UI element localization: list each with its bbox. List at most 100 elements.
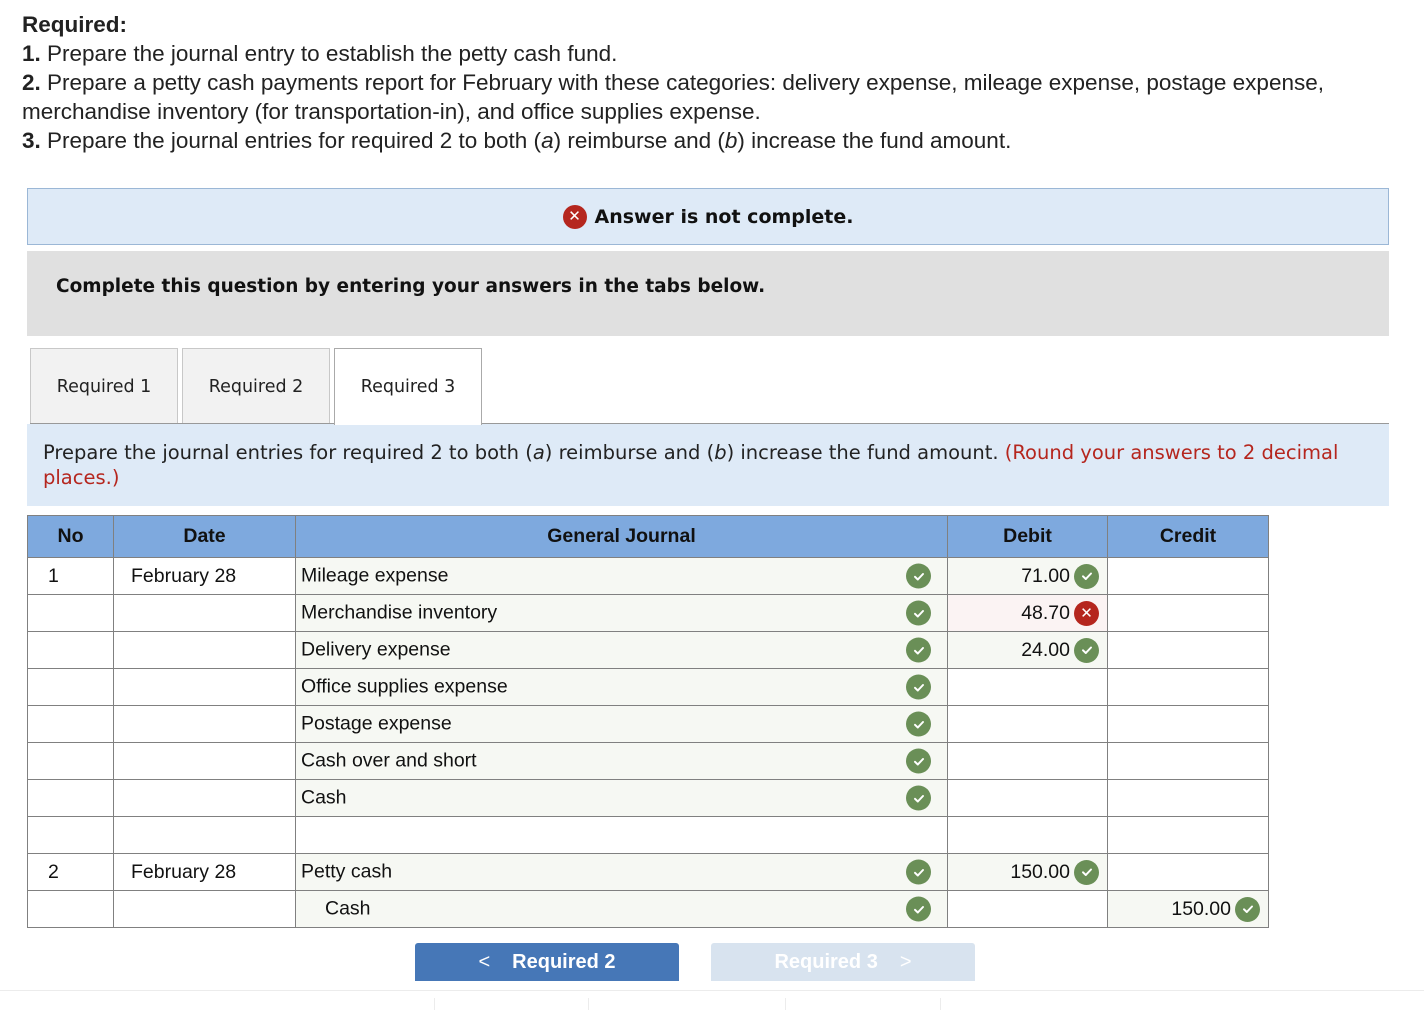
account-select-cell[interactable]: Cash [295,779,948,817]
header-no: No [27,515,114,558]
credit-check-icon [1235,896,1260,922]
debit-input-cell[interactable] [947,742,1108,780]
entry-no-cell [27,779,114,817]
account-check-icon [906,637,931,663]
entry-no-cell [27,631,114,669]
account-select-cell[interactable]: Postage expense [295,705,948,743]
x-circle-icon: ✕ [562,204,587,229]
chevron-left-icon: < [478,950,491,973]
required-section: Required: 1. Prepare the journal entry t… [22,10,1402,155]
footer-divider [940,998,941,1010]
account-select-cell[interactable]: Delivery expense [295,631,948,669]
table-row: 2 February 28 Petty cash 150.00 [27,853,1269,891]
account-check-icon [906,748,931,774]
table-header-row: No Date General Journal Debit Credit [27,515,1269,558]
entry-no-cell [27,816,114,854]
tab-required-3[interactable]: Required 3 [334,348,482,425]
entry-no-cell [27,705,114,743]
table-row: 1 February 28 Mileage expense 71.00 [27,557,1269,595]
tab-instructions: Prepare the journal entries for required… [27,424,1389,506]
account-check-icon [906,674,931,700]
credit-input-cell[interactable]: 150.00 [1107,890,1269,928]
account-check-icon [906,785,931,811]
entry-no-cell: 2 [27,853,114,891]
footer-divider [588,998,589,1010]
debit-input-cell[interactable]: 150.00 [947,853,1108,891]
required-heading: Required: [22,12,128,37]
account-select-cell[interactable]: Cash over and short [295,742,948,780]
date-cell[interactable] [113,890,296,928]
tab-required-1[interactable]: Required 1 [30,348,178,424]
account-check-icon [906,711,931,737]
credit-input-cell[interactable] [1107,705,1269,743]
answer-status-text: Answer is not complete. [594,205,854,228]
tab-required-2[interactable]: Required 2 [182,348,330,424]
prev-required-2-button[interactable]: < Required 2 [415,943,679,981]
tab-bar: Required 1 Required 2 Required 3 [30,348,486,425]
header-credit: Credit [1107,515,1269,558]
credit-input-cell[interactable] [1107,853,1269,891]
credit-input-cell[interactable] [1107,742,1269,780]
account-select-cell[interactable]: Mileage expense [295,557,948,595]
credit-input-cell[interactable] [1107,557,1269,595]
account-check-icon [906,600,931,626]
table-row: Cash [27,779,1269,817]
debit-input-cell[interactable] [947,816,1108,854]
chevron-right-icon: > [899,950,912,973]
account-check-icon [906,563,931,589]
debit-input-cell[interactable] [947,705,1108,743]
date-cell[interactable] [113,779,296,817]
table-row: Merchandise inventory 48.70 ✕ [27,594,1269,632]
debit-check-icon [1074,859,1099,885]
account-check-icon [906,859,931,885]
footer-divider [0,990,1424,991]
debit-x-icon: ✕ [1074,600,1099,626]
general-journal-table: No Date General Journal Debit Credit 1 Fe… [27,515,1269,928]
table-row: Delivery expense 24.00 [27,631,1269,669]
entry-no-cell: 1 [27,557,114,595]
date-cell[interactable]: February 28 [113,557,296,595]
debit-check-icon [1074,637,1099,663]
entry-no-cell [27,890,114,928]
credit-input-cell[interactable] [1107,631,1269,669]
table-row: Cash 150.00 [27,890,1269,928]
debit-input-cell[interactable] [947,668,1108,706]
debit-input-cell[interactable] [947,779,1108,817]
table-row: Postage expense [27,705,1269,743]
date-cell[interactable] [113,631,296,669]
answer-status-banner: ✕ Answer is not complete. [27,188,1389,245]
date-cell[interactable] [113,742,296,780]
account-select-cell[interactable]: Cash [295,890,948,928]
entry-no-cell [27,742,114,780]
credit-input-cell[interactable] [1107,779,1269,817]
next-required-3-button[interactable]: Required 3 > [711,943,975,981]
date-cell[interactable] [113,816,296,854]
header-date: Date [113,515,296,558]
credit-input-cell[interactable] [1107,668,1269,706]
header-debit: Debit [947,515,1108,558]
table-row: Cash over and short [27,742,1269,780]
debit-input-cell[interactable]: 71.00 [947,557,1108,595]
instructions-box: Complete this question by entering your … [27,251,1389,336]
table-row: Office supplies expense [27,668,1269,706]
credit-input-cell[interactable] [1107,594,1269,632]
debit-check-icon [1074,563,1099,589]
date-cell[interactable] [113,594,296,632]
account-select-cell[interactable]: Office supplies expense [295,668,948,706]
table-row [27,816,1269,854]
credit-input-cell[interactable] [1107,816,1269,854]
account-select-cell[interactable]: Merchandise inventory [295,594,948,632]
debit-input-cell[interactable]: 48.70 ✕ [947,594,1108,632]
date-cell[interactable] [113,705,296,743]
debit-input-cell[interactable]: 24.00 [947,631,1108,669]
date-cell[interactable] [113,668,296,706]
instructions-text: Complete this question by entering your … [56,276,766,297]
account-select-cell[interactable] [295,816,948,854]
header-general-journal: General Journal [295,515,948,558]
footer-divider [785,998,786,1010]
date-cell[interactable]: February 28 [113,853,296,891]
required-item-2: 2. Prepare a petty cash payments report … [22,70,1324,124]
debit-input-cell[interactable] [947,890,1108,928]
required-item-1: 1. Prepare the journal entry to establis… [22,41,618,66]
account-select-cell[interactable]: Petty cash [295,853,948,891]
